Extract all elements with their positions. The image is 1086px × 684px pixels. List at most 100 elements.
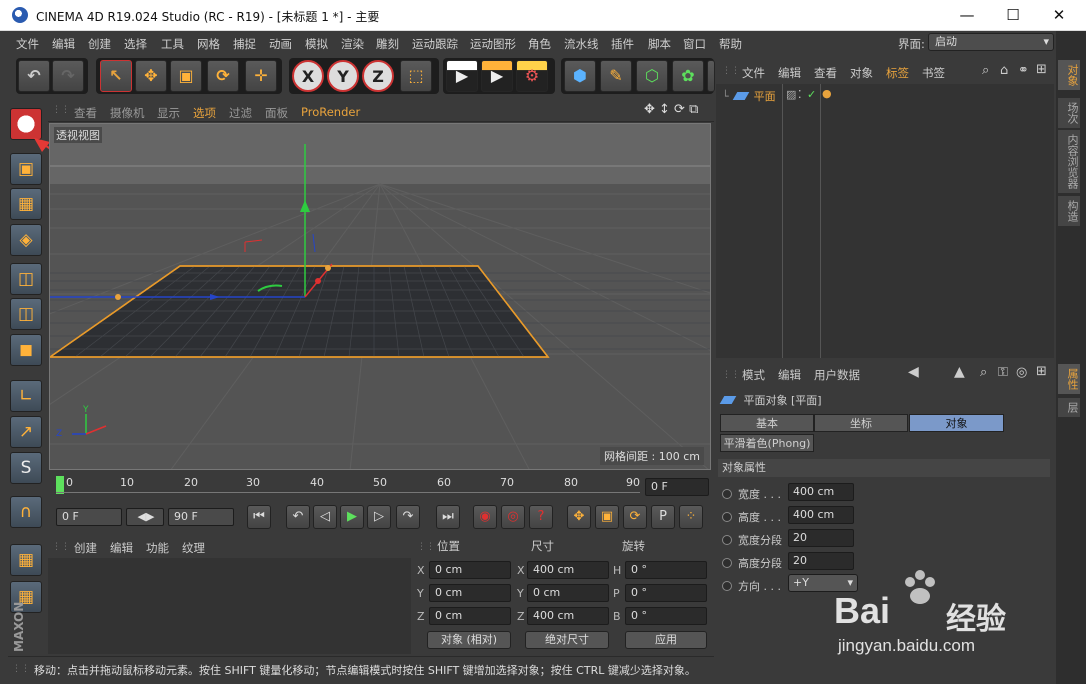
next-frame-button[interactable]: ▷ (367, 505, 391, 529)
move-button[interactable]: ✥ (135, 60, 167, 92)
menu-select[interactable]: 选择 (124, 36, 147, 52)
undo-button[interactable]: ↶ (18, 60, 50, 92)
start-frame-field[interactable]: 0 F (56, 508, 122, 526)
close-button[interactable]: ✕ (1036, 0, 1082, 31)
interface-layout-select[interactable]: 启动 ▾ (928, 33, 1054, 51)
lock-workplane-button[interactable]: ▦ (10, 544, 42, 576)
recent-tools-button[interactable]: ✛ (245, 60, 277, 92)
lock-icon[interactable]: ⚿ (998, 365, 1008, 380)
attr-menu-userdata[interactable]: 用户数据 (814, 367, 860, 383)
key-rotation-button[interactable]: ⟳ (623, 505, 647, 529)
menu-window[interactable]: 窗口 (683, 36, 706, 52)
rotate-button[interactable]: ⟳ (207, 60, 239, 92)
redo-button[interactable]: ↷ (52, 60, 84, 92)
link-icon[interactable]: ⚭ (1018, 63, 1029, 78)
end-frame-field[interactable]: 90 F (168, 508, 234, 526)
coordinate-system-button[interactable]: ⬚ (400, 60, 432, 92)
layer-dots-icon[interactable]: ⁚ (798, 88, 802, 101)
mat-menu-edit[interactable]: 编辑 (110, 540, 133, 556)
tab-object[interactable]: 对象 (909, 414, 1004, 432)
render-settings-button[interactable]: ⚙ (516, 60, 548, 92)
obj-menu-bookmarks[interactable]: 书签 (922, 65, 945, 81)
size-mode-select[interactable]: 绝对尺寸 (525, 631, 609, 649)
phong-tag-icon[interactable]: ● (822, 87, 832, 100)
tab-coord[interactable]: 坐标 (814, 414, 908, 432)
cube-object-button[interactable]: ⬢ (564, 60, 596, 92)
light-button[interactable] (707, 60, 715, 92)
workplane-mode-button[interactable]: ◈ (10, 224, 42, 256)
animate-radio[interactable] (722, 512, 732, 522)
pos-x-field[interactable]: 0 cm (429, 561, 511, 579)
menu-plugins[interactable]: 插件 (611, 36, 634, 52)
menu-sculpt[interactable]: 雕刻 (376, 36, 399, 52)
key-help-button[interactable]: ? (529, 505, 553, 529)
tab-takes-vertical[interactable]: 场次 (1058, 98, 1080, 128)
object-row-plane[interactable]: └ 平面 (722, 88, 776, 104)
enabled-check-icon[interactable]: ✓ (807, 88, 816, 101)
render-picture-viewer-button[interactable]: ▶ (481, 60, 513, 92)
go-to-start-button[interactable]: ⏮ (247, 505, 271, 529)
z-axis-button[interactable]: Z (362, 60, 394, 92)
menu-mesh[interactable]: 网格 (197, 36, 220, 52)
size-y-field[interactable]: 0 cm (527, 584, 609, 602)
animate-radio[interactable] (722, 581, 732, 591)
mat-menu-function[interactable]: 功能 (146, 540, 169, 556)
vp-menu-options[interactable]: 选项 (193, 105, 216, 121)
polygons-mode-button[interactable]: ◼ (10, 334, 42, 366)
snap-button[interactable]: S (10, 452, 42, 484)
pen-tool-button[interactable]: ✎ (600, 60, 632, 92)
vp-menu-cameras[interactable]: 摄像机 (110, 105, 145, 121)
vp-menu-filter[interactable]: 过滤 (229, 105, 252, 121)
tab-objects-vertical[interactable]: 对象 (1058, 60, 1080, 90)
viewport-nav-icons[interactable]: ✥ ↕ ⟳ ⧉ (644, 102, 698, 117)
obj-menu-edit[interactable]: 编辑 (778, 65, 801, 81)
key-pla-button[interactable]: ⁘ (679, 505, 703, 529)
new-window-icon[interactable]: ⊞ (1036, 364, 1047, 379)
pos-z-field[interactable]: 0 cm (429, 607, 511, 625)
menu-help[interactable]: 帮助 (719, 36, 742, 52)
points-mode-button[interactable]: ◫ (10, 263, 42, 295)
obj-menu-objects[interactable]: 对象 (850, 65, 873, 81)
menu-snap[interactable]: 捕捉 (233, 36, 256, 52)
maximize-button[interactable]: ☐ (990, 0, 1036, 31)
cloner-button[interactable]: ✿ (672, 60, 704, 92)
rot-b-field[interactable]: 0 ° (625, 607, 707, 625)
pos-y-field[interactable]: 0 cm (429, 584, 511, 602)
key-position-button[interactable]: ✥ (567, 505, 591, 529)
vp-menu-panel[interactable]: 面板 (265, 105, 288, 121)
visibility-toggle-icon[interactable]: ▨ (786, 88, 796, 101)
height-field[interactable]: 400 cm (788, 506, 854, 524)
material-list[interactable] (48, 558, 411, 654)
current-frame-field[interactable]: 0 F (645, 478, 709, 496)
plane-object[interactable] (50, 265, 711, 358)
mat-menu-create[interactable]: 创建 (74, 540, 97, 556)
search-icon[interactable]: ⌕ (982, 63, 989, 78)
record-keys-button[interactable]: ◉ (473, 505, 497, 529)
tab-basic[interactable]: 基本 (720, 414, 814, 432)
prev-frame-button[interactable]: ◁ (313, 505, 337, 529)
obj-menu-tags[interactable]: 标签 (886, 65, 909, 81)
menu-script[interactable]: 脚本 (648, 36, 671, 52)
attr-menu-edit[interactable]: 编辑 (778, 367, 801, 383)
subdivision-button[interactable]: ⬡ (636, 60, 668, 92)
auto-key-button[interactable]: ◎ (501, 505, 525, 529)
frame-stepper[interactable]: ◀▶ (126, 508, 164, 526)
target-icon[interactable]: ◎ (1016, 365, 1027, 380)
tab-attributes-vertical[interactable]: 属性 (1058, 364, 1080, 394)
width-segments-field[interactable]: 20 (788, 529, 854, 547)
menu-animate[interactable]: 动画 (269, 36, 292, 52)
new-window-icon[interactable]: ⊞ (1036, 62, 1047, 77)
render-view-button[interactable]: ▶ (446, 60, 478, 92)
tab-phong[interactable]: 平滑着色(Phong) (720, 434, 814, 452)
menu-create[interactable]: 创建 (88, 36, 111, 52)
animate-radio[interactable] (722, 489, 732, 499)
back-arrow-icon[interactable]: ◀ (908, 364, 919, 380)
coord-mode-select[interactable]: 对象 (相对) (427, 631, 511, 649)
tweak-mode-button[interactable]: ↗ (10, 416, 42, 448)
size-z-field[interactable]: 400 cm (527, 607, 609, 625)
attr-menu-mode[interactable]: 模式 (742, 367, 765, 383)
menu-file[interactable]: 文件 (16, 36, 39, 52)
edges-mode-button[interactable]: ◫ (10, 298, 42, 330)
menu-mograph[interactable]: 运动图形 (470, 36, 516, 52)
animate-radio[interactable] (722, 558, 732, 568)
